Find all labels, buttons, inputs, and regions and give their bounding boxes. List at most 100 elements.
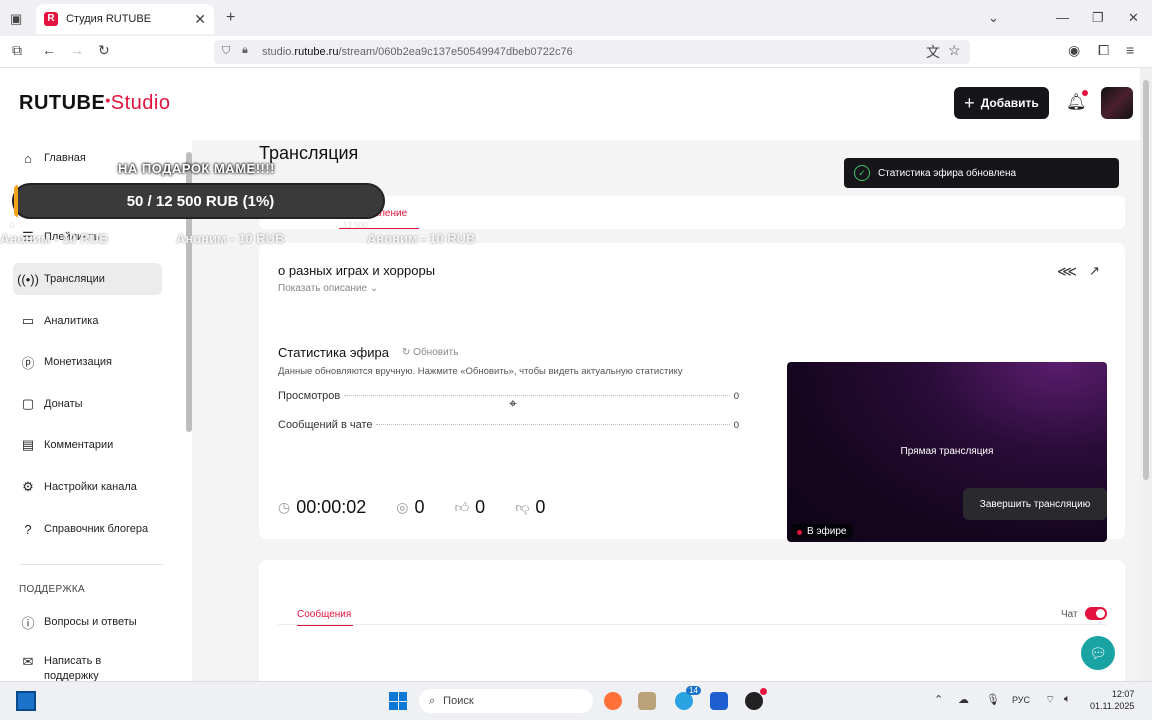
forward-icon[interactable]: → — [70, 42, 84, 58]
browser-nav-bar: ⧉ ← → ↻ ⛉ 🔒︎ studio. rutube.ru/stream/060… — [0, 36, 1152, 68]
notification-dot — [1082, 90, 1089, 96]
scrollbar-thumb[interactable] — [1143, 80, 1149, 480]
refresh-button[interactable]: ↻ Обновить — [402, 347, 458, 358]
sidebar-item-label: Донаты — [44, 398, 83, 410]
duration-counter: ◷ 00:00:02 — [278, 497, 366, 518]
live-badge: В эфире — [791, 524, 853, 539]
comment-icon: ▤ — [21, 437, 35, 452]
microphone-icon[interactable]: 🎙︎ — [986, 693, 1000, 706]
tray-chevron-icon[interactable]: ⌃ — [934, 693, 943, 706]
likes-value: 0 — [475, 497, 486, 517]
help-icon: ? — [24, 521, 32, 537]
chat-toggle[interactable] — [1085, 607, 1107, 620]
windows-start-icon[interactable] — [389, 692, 407, 710]
refresh-icon: ↻ — [402, 347, 411, 358]
notifications-bell-icon[interactable]: 🔔︎ — [1066, 90, 1089, 112]
stats-title: Статистика эфира — [278, 345, 389, 360]
search-icon: ⌕ — [429, 694, 436, 707]
logo-suffix: Studio — [110, 92, 171, 114]
chat-card: Сообщения Чат — [259, 560, 1125, 681]
chevron-down-icon[interactable]: ⌄ — [988, 10, 999, 26]
close-window-icon[interactable]: ✕ — [1128, 10, 1139, 26]
sidebar-item-monetization[interactable]: ⓟ Монетизация — [13, 346, 162, 378]
show-description-link[interactable]: Показать описание ⌄ — [278, 283, 378, 294]
sidebar-item-blogger-guide[interactable]: ? Справочник блогера — [13, 513, 162, 545]
extensions-icon[interactable]: ⧠ — [1098, 42, 1109, 59]
sidebar-item-faq[interactable]: ⓘ Вопросы и ответы — [13, 606, 162, 638]
donation-progress-bar: 50 / 12 500 RUB (1%) — [12, 183, 385, 219]
studio-header: RUTUBE•Studio + Добавить 🔔︎ — [0, 68, 1140, 140]
taskbar-search[interactable]: ⌕ Поиск — [419, 689, 593, 713]
tab-manager-icon[interactable]: ▣ — [10, 11, 22, 27]
bookmark-star-icon[interactable]: ☆ — [948, 42, 961, 59]
firefox-icon[interactable] — [604, 692, 622, 710]
sidebar-toggle-icon[interactable]: ⧉ — [12, 42, 22, 59]
tab-messages[interactable]: Сообщения — [297, 609, 351, 620]
shield-icon[interactable]: ⛉ — [222, 45, 230, 58]
minimize-icon[interactable]: — — [1056, 10, 1069, 25]
donation-ticker-item: Аноним - 10 RUB — [0, 231, 109, 246]
translate-icon[interactable]: 文 — [926, 42, 940, 62]
sidebar-item-write-support[interactable]: ✉ Написать в поддержку — [13, 650, 162, 681]
url-domain: rutube.ru — [294, 46, 339, 58]
settings-icon: ⚙ — [22, 479, 34, 494]
language-indicator[interactable]: РУС — [1012, 695, 1030, 705]
browser-tab-bar: ▣ R Студия RUTUBE ✕ + ⌄ — ❐ ✕ — [0, 0, 1152, 36]
sidebar-item-label: Монетизация — [44, 356, 112, 368]
add-button-label: Добавить — [980, 96, 1039, 110]
live-counters: ◷ 00:00:02 ◎ 0 👍︎ 0 👎︎ 0 — [278, 497, 575, 518]
logo-text: RUTUBE — [19, 92, 106, 114]
taskbar: ⌕ Поиск 14 ⌃ ☁ 🎙︎ РУС ⌔ 🔈︎ 12:07 01.11.2… — [0, 681, 1152, 720]
volume-icon[interactable]: 🔈︎ — [1064, 693, 1071, 706]
restore-icon[interactable]: ❐ — [1092, 10, 1104, 26]
app-icon[interactable] — [710, 692, 728, 710]
cloud-icon[interactable]: ☁ — [958, 693, 969, 706]
page-scrollbar[interactable] — [1140, 68, 1152, 681]
external-link-icon[interactable]: ↗ — [1089, 263, 1100, 279]
sidebar-item-label: Настройки канала — [44, 481, 137, 493]
stream-title: о разных играх и хорроры — [278, 263, 436, 278]
clock-date: 01.11.2025 — [1090, 701, 1135, 711]
back-icon[interactable]: ← — [42, 42, 56, 58]
widgets-icon[interactable] — [16, 691, 36, 711]
dotted-leader — [344, 395, 730, 396]
avatar[interactable] — [1101, 87, 1133, 119]
telegram-icon[interactable]: 14 — [675, 686, 701, 710]
rutube-studio-logo[interactable]: RUTUBE•Studio — [19, 92, 170, 115]
clock-icon: ◷ — [278, 499, 291, 515]
sidebar-item-donations[interactable]: ▢ Донаты — [13, 388, 162, 420]
add-button[interactable]: + Добавить — [954, 87, 1049, 119]
account-icon[interactable]: ◉ — [1068, 42, 1080, 59]
sidebar-divider — [19, 564, 163, 565]
chat-bubble-icon: 💬︎ — [1089, 644, 1107, 661]
monetization-icon: ⓟ — [21, 355, 35, 371]
stats-hint: Данные обновляются вручную. Нажмите «Обн… — [278, 366, 683, 377]
browser-tab[interactable]: R Студия RUTUBE ✕ — [36, 4, 214, 34]
active-tab-underline — [297, 625, 353, 626]
wifi-icon[interactable]: ⌔ — [1045, 693, 1055, 707]
sidebar-item-channel-settings[interactable]: ⚙ Настройки канала — [13, 471, 162, 503]
new-tab-icon[interactable]: + — [226, 9, 235, 27]
address-bar[interactable]: ⛉ 🔒︎ studio. rutube.ru/stream/060b2ea9c13… — [214, 40, 970, 64]
support-chat-button[interactable]: 💬︎ — [1081, 636, 1115, 670]
sidebar-item-broadcasts[interactable]: ((•)) Трансляции — [13, 263, 162, 295]
clock[interactable]: 12:07 01.11.2025 — [1090, 688, 1134, 712]
toast-notification: ✓ Статистика эфира обновлена — [844, 158, 1119, 188]
duration-value: 00:00:02 — [296, 497, 367, 517]
sidebar-item-label: Справочник блогера — [44, 523, 149, 535]
preview-text: Прямая трансляция — [900, 446, 994, 457]
broadcast-icon: ((•)) — [17, 271, 39, 287]
toast-text: Статистика эфира обновлена — [878, 167, 1017, 179]
lock-icon[interactable]: 🔒︎ — [242, 44, 248, 57]
end-stream-button[interactable]: Завершить трансляцию — [963, 488, 1107, 520]
menu-icon[interactable]: ≡ — [1126, 42, 1134, 58]
viewers-value: 0 — [414, 497, 425, 517]
sidebar-item-comments[interactable]: ▤ Комментарии — [13, 429, 162, 461]
sidebar-item-analytics[interactable]: ▭ Аналитика — [13, 305, 162, 337]
obs-icon[interactable] — [745, 688, 767, 710]
reload-icon[interactable]: ↻ — [98, 42, 110, 59]
media-app-icon[interactable] — [638, 692, 656, 710]
donation-max: 12 500 — [343, 221, 368, 230]
share-icon[interactable]: ⋘ — [1057, 263, 1077, 280]
close-tab-icon[interactable]: ✕ — [194, 11, 206, 28]
